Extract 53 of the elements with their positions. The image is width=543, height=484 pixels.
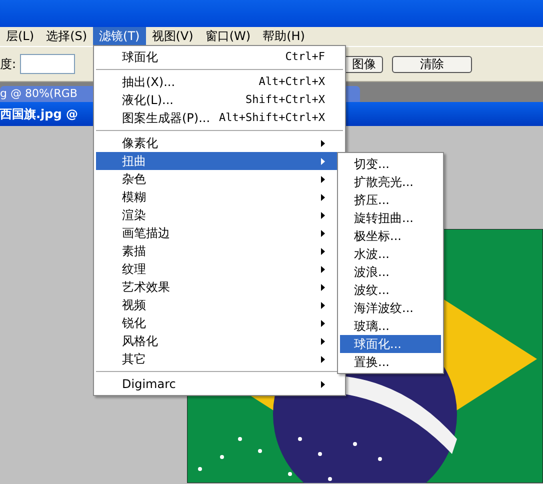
submenu-item[interactable]: 球面化...	[340, 335, 441, 353]
menu-item-label: 扭曲	[122, 153, 146, 170]
menu-item[interactable]: 像素化	[96, 134, 343, 152]
menu-item-label: 模糊	[122, 189, 146, 206]
menu-item[interactable]: 杂色	[96, 170, 343, 188]
shortcut-label: Alt+Shift+Ctrl+X	[219, 110, 325, 126]
menu-bar-item[interactable]: 层(L)	[0, 27, 40, 46]
submenu-item[interactable]: 波纹...	[340, 281, 441, 299]
menu-item-label: 杂色	[122, 171, 146, 188]
submenu-item[interactable]: 旋转扭曲...	[340, 209, 441, 227]
menu-item-label: 图案生成器(P)...	[122, 110, 210, 127]
shortcut-label: Shift+Ctrl+X	[246, 92, 325, 108]
menu-item-label: 艺术效果	[122, 279, 170, 296]
menu-item[interactable]: 模糊	[96, 188, 343, 206]
menu-bar-item[interactable]: 窗口(W)	[199, 27, 257, 46]
menu-item-label: 风格化	[122, 333, 158, 350]
submenu-item[interactable]: 极坐标...	[340, 227, 441, 245]
shortcut-label: Alt+Ctrl+X	[258, 74, 325, 90]
menu-item[interactable]: 画笔描边	[96, 224, 343, 242]
menu-item[interactable]: 图案生成器(P)... Alt+Shift+Ctrl+X	[96, 109, 343, 127]
submenu-item[interactable]: 置换...	[340, 353, 441, 371]
menu-item-label: 视频	[122, 297, 146, 314]
input-field[interactable]	[20, 54, 76, 74]
menu-item-label: 球面化	[122, 49, 158, 66]
menu-bar-item[interactable]: 滤镜(T)	[93, 27, 146, 46]
menu-item-label: Digimarc	[122, 376, 176, 393]
submenu-item[interactable]: 切变...	[340, 155, 441, 173]
submenu-item[interactable]: 水波...	[340, 245, 441, 263]
menu-item[interactable]: 渲染	[96, 206, 343, 224]
submenu-item[interactable]: 扩散亮光...	[340, 173, 441, 191]
menu-bar-item[interactable]: 视图(V)	[146, 27, 200, 46]
submenu-item[interactable]: 玻璃...	[340, 317, 441, 335]
toolbar-button[interactable]: 清除	[392, 56, 472, 72]
menu-item-label: 素描	[122, 243, 146, 260]
menu-item[interactable]: 抽出(X)... Alt+Ctrl+X	[96, 73, 343, 91]
menu-bar-item[interactable]: 选择(S)	[40, 27, 94, 46]
menu-item-label: 抽出(X)...	[122, 74, 176, 91]
menu-bar-item[interactable]: 帮助(H)	[256, 27, 311, 46]
shortcut-label: Ctrl+F	[285, 48, 325, 65]
submenu-item[interactable]: 挤压...	[340, 191, 441, 209]
menu-item-label: 锐化	[122, 315, 146, 332]
menu-item-label: 纹理	[122, 261, 146, 278]
menu-item-label: 像素化	[122, 135, 158, 152]
menu-item-label: 液化(L)...	[122, 92, 174, 109]
submenu-item[interactable]: 波浪...	[340, 263, 441, 281]
menu-item-label: 画笔描边	[122, 225, 170, 242]
menu-item[interactable]: 液化(L)... Shift+Ctrl+X	[96, 91, 343, 109]
menu-item-label: 渲染	[122, 207, 146, 224]
submenu-item[interactable]: 海洋波纹...	[340, 299, 441, 317]
document-title: 西国旗.jpg @	[0, 106, 78, 123]
field-label: 度:	[0, 56, 16, 73]
menu-item-label: 其它	[122, 351, 146, 368]
menu-item[interactable]: Digimarc	[96, 375, 343, 393]
